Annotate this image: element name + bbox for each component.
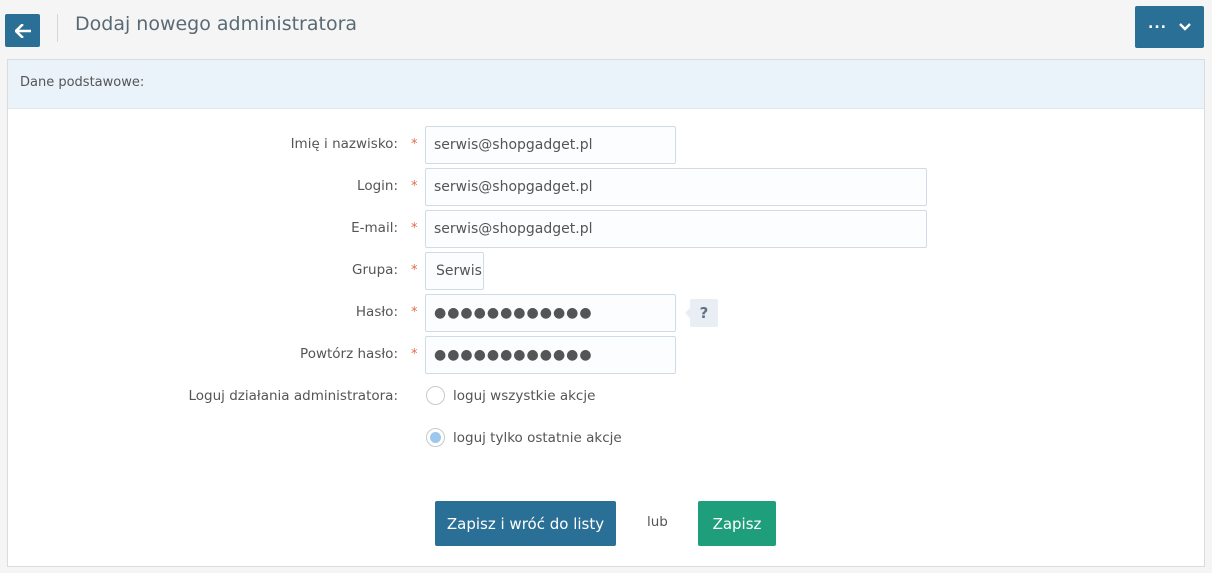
radio-log-all-label[interactable]: loguj wszystkie akcje bbox=[453, 388, 595, 404]
chevron-down-icon bbox=[1179, 23, 1191, 31]
required-marker: * bbox=[411, 347, 418, 362]
required-marker: * bbox=[411, 179, 418, 194]
basic-data-panel: Dane podstawowe: Imię i nazwisko: * serw… bbox=[7, 59, 1205, 567]
radio-log-all[interactable] bbox=[426, 386, 445, 405]
password-label: Hasło: bbox=[355, 304, 398, 320]
panel-title: Dane podstawowe: bbox=[8, 60, 1204, 109]
name-label: Imię i nazwisko: bbox=[290, 136, 398, 152]
required-marker: * bbox=[411, 137, 418, 152]
help-button[interactable]: ? bbox=[685, 299, 718, 327]
radio-log-recent-label[interactable]: loguj tylko ostatnie akcje bbox=[453, 430, 622, 446]
top-bar: Dodaj nowego administratora ... bbox=[0, 0, 1212, 56]
or-text: lub bbox=[647, 514, 668, 530]
back-button[interactable] bbox=[5, 14, 40, 47]
log-actions-label: Loguj działania administratora: bbox=[188, 388, 399, 404]
more-label: ... bbox=[1148, 16, 1167, 32]
more-actions-button[interactable]: ... bbox=[1135, 6, 1204, 48]
email-field[interactable]: serwis@shopgadget.pl bbox=[425, 210, 927, 248]
name-field[interactable]: serwis@shopgadget.pl bbox=[425, 126, 676, 164]
password-repeat-field[interactable]: ●●●●●●●●●●●● bbox=[425, 336, 676, 374]
login-field[interactable]: serwis@shopgadget.pl bbox=[425, 168, 927, 206]
save-and-return-button[interactable]: Zapisz i wróć do listy bbox=[435, 501, 616, 546]
required-marker: * bbox=[411, 221, 418, 236]
header-divider bbox=[57, 14, 58, 42]
required-marker: * bbox=[411, 305, 418, 320]
required-marker: * bbox=[411, 263, 418, 278]
password-repeat-label: Powtórz hasło: bbox=[300, 346, 398, 362]
group-select[interactable]: Serwis bbox=[425, 252, 484, 290]
email-label: E-mail: bbox=[351, 220, 398, 236]
password-field[interactable]: ●●●●●●●●●●●● bbox=[425, 294, 676, 332]
arrow-left-icon bbox=[14, 23, 31, 38]
page-title: Dodaj nowego administratora bbox=[75, 13, 358, 35]
group-label: Grupa: bbox=[352, 262, 398, 278]
login-label: Login: bbox=[357, 178, 398, 194]
radio-log-recent[interactable] bbox=[426, 428, 445, 447]
save-button[interactable]: Zapisz bbox=[698, 501, 776, 546]
